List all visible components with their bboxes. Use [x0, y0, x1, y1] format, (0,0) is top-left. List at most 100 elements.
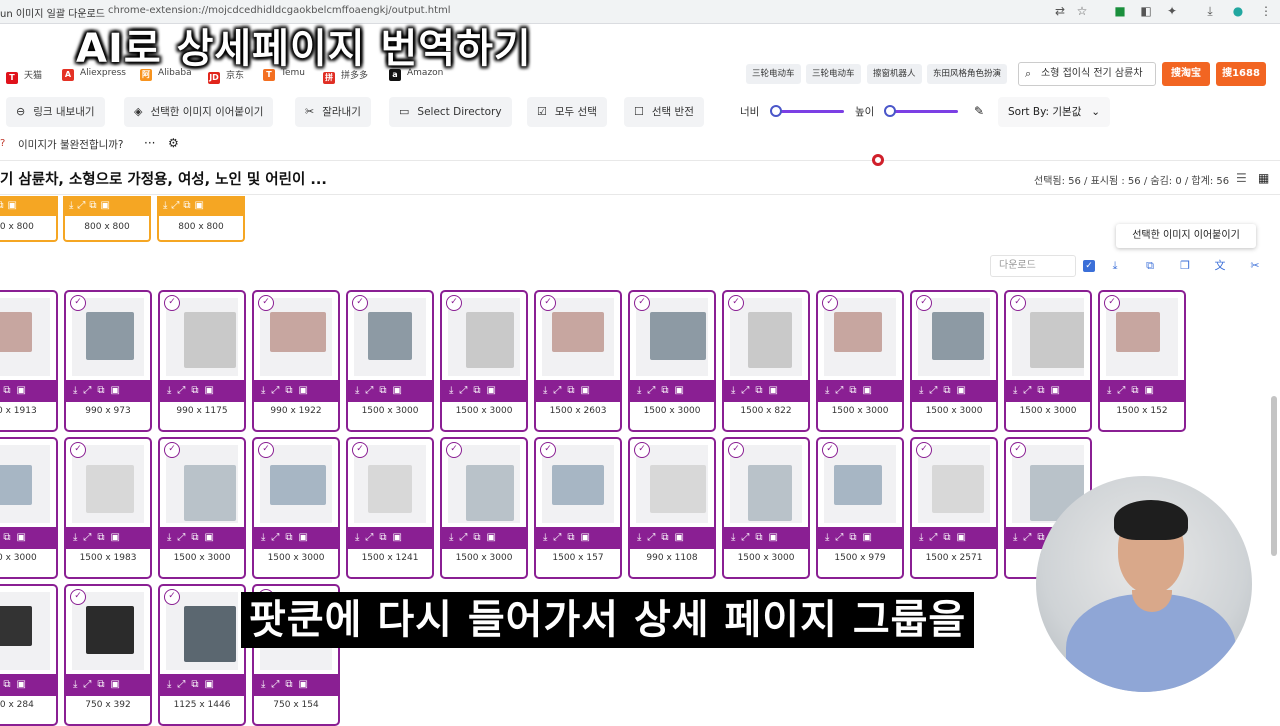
slider-handle[interactable]: [884, 105, 896, 117]
card-checkbox[interactable]: ✓: [1104, 295, 1120, 311]
image-card[interactable]: ✓ ⤓⤢⧉▣ 1500 x 3000: [158, 437, 246, 579]
image-card[interactable]: ✓ ⤓⤢⧉▣ 1500 x 3000: [440, 437, 528, 579]
search-1688-button[interactable]: 搜1688: [1216, 62, 1266, 86]
card-actions[interactable]: ⤓⤢⧉▣: [66, 380, 150, 402]
card-checkbox[interactable]: ✓: [70, 589, 86, 605]
image-card[interactable]: ✓ ⤓⤢⧉▣ 750 x 392: [64, 584, 152, 726]
card-actions[interactable]: ⤓⤢⧉▣: [912, 380, 996, 402]
image-card[interactable]: ✓ ⤓⤢⧉▣ 1500 x 3000: [816, 290, 904, 432]
menu-icon[interactable]: ⋮: [1258, 3, 1274, 19]
image-thumbnail[interactable]: [636, 298, 708, 376]
export-links-button[interactable]: ⊖ 링크 내보내기: [6, 97, 105, 127]
download-icon[interactable]: ⤓: [1107, 258, 1123, 274]
image-card[interactable]: ✓ ⤓⤢⧉▣ 1500 x 3000: [722, 437, 810, 579]
image-thumbnail[interactable]: [0, 445, 50, 523]
image-thumbnail[interactable]: [166, 298, 238, 376]
extension-icon[interactable]: ◧: [1138, 3, 1154, 19]
bookmark-item[interactable]: 拼拼多多: [323, 68, 368, 84]
card-actions[interactable]: ⤓⤢⧉▣: [0, 380, 56, 402]
sort-dropdown[interactable]: Sort By: 기본값 ⌄: [998, 97, 1110, 127]
image-card[interactable]: ✓ ⤓⤢⧉▣ 1500 x 3000: [252, 437, 340, 579]
gear-icon[interactable]: ⚙: [168, 136, 179, 150]
card-checkbox[interactable]: ✓: [634, 442, 650, 458]
image-thumbnail[interactable]: [1106, 298, 1178, 376]
search-input[interactable]: ⌕ 소형 접이식 전기 삼륜차: [1018, 62, 1156, 86]
translate-icon[interactable]: ⇄: [1052, 3, 1068, 19]
extension-icon[interactable]: ■: [1112, 3, 1128, 19]
select-all-checkbox[interactable]: ✓: [1083, 260, 1095, 272]
scissors-icon[interactable]: ✂: [1247, 258, 1263, 274]
card-actions[interactable]: ⤓⤢⧉▣: [254, 674, 338, 696]
card-actions[interactable]: ⤓⤢⧉▣: [442, 527, 526, 549]
bookmark-item[interactable]: 阿 Alibaba: [140, 68, 192, 81]
card-actions[interactable]: ⤓⤢⧉▣: [254, 527, 338, 549]
image-card[interactable]: ✓ ⤓⤢⧉▣ 1500 x 3000: [628, 290, 716, 432]
card-actions[interactable]: ⤓⤢⧉▣: [724, 380, 808, 402]
image-card[interactable]: ✓ ⤓⤢⧉▣ 1500 x 2571: [910, 437, 998, 579]
card-actions[interactable]: ⤓⤢⧉▣: [159, 196, 243, 216]
card-actions[interactable]: ⤓⤢⧉▣: [818, 380, 902, 402]
stitch-selected-button[interactable]: ◈ 선택한 이미지 이어붙이기: [124, 97, 274, 127]
card-checkbox[interactable]: ✓: [352, 295, 368, 311]
keyword-tag[interactable]: 三轮电动车: [806, 64, 861, 84]
width-slider[interactable]: [770, 105, 844, 117]
card-checkbox[interactable]: ✓: [728, 442, 744, 458]
image-thumbnail[interactable]: [166, 592, 238, 670]
card-checkbox[interactable]: ✓: [916, 442, 932, 458]
card-actions[interactable]: ⤓⤢⧉▣: [160, 674, 244, 696]
profile-icon[interactable]: ●: [1230, 3, 1246, 19]
invert-selection-button[interactable]: ☐ 선택 반전: [624, 97, 704, 127]
height-slider[interactable]: [884, 105, 958, 117]
image-thumbnail[interactable]: [260, 298, 332, 376]
incomplete-images-prompt[interactable]: 이미지가 불완전합니까?: [18, 137, 124, 152]
card-checkbox[interactable]: ✓: [258, 295, 274, 311]
list-view-icon[interactable]: ☰: [1236, 171, 1247, 185]
card-actions[interactable]: ⤓⤢⧉▣: [348, 380, 432, 402]
card-actions[interactable]: ⤓⤢⧉▣: [66, 674, 150, 696]
card-checkbox[interactable]: ✓: [1010, 295, 1026, 311]
card-actions[interactable]: ⤓⤢⧉▣: [160, 527, 244, 549]
image-thumbnail[interactable]: [0, 592, 50, 670]
bookmark-item[interactable]: a Amazon: [389, 68, 443, 81]
open-external-icon[interactable]: ⧉: [1142, 258, 1158, 274]
keyword-tag[interactable]: 东田风格角色扮演: [927, 64, 1008, 84]
card-checkbox[interactable]: ✓: [728, 295, 744, 311]
image-thumbnail[interactable]: [730, 298, 802, 376]
card-checkbox[interactable]: ✓: [352, 442, 368, 458]
image-thumbnail[interactable]: [448, 298, 520, 376]
image-thumbnail[interactable]: [542, 445, 614, 523]
image-card[interactable]: ⤓⤢⧉▣ 00 x 800: [0, 196, 58, 242]
search-taobao-button[interactable]: 搜淘宝: [1162, 62, 1210, 86]
card-actions[interactable]: ⤓⤢⧉▣: [0, 527, 56, 549]
image-card[interactable]: ✓ ⤓⤢⧉▣ 1500 x 2603: [534, 290, 622, 432]
card-actions[interactable]: ⤓⤢⧉▣: [160, 380, 244, 402]
keyword-tag[interactable]: 擦窗机器人: [867, 64, 922, 84]
image-card[interactable]: ✓⤓⤢⧉▣00 x 1913: [0, 290, 58, 432]
card-actions[interactable]: ⤓⤢⧉▣: [536, 380, 620, 402]
image-thumbnail[interactable]: [166, 445, 238, 523]
image-card[interactable]: ✓ ⤓⤢⧉▣ 1500 x 3000: [440, 290, 528, 432]
image-thumbnail[interactable]: [918, 445, 990, 523]
download-name-input[interactable]: 다운로드: [990, 255, 1076, 277]
more-button[interactable]: ···: [144, 136, 155, 150]
card-checkbox[interactable]: ✓: [916, 295, 932, 311]
card-checkbox[interactable]: ✓: [70, 295, 86, 311]
image-thumbnail[interactable]: [354, 298, 426, 376]
card-actions[interactable]: ⤓⤢⧉▣: [442, 380, 526, 402]
card-actions[interactable]: ⤓⤢⧉▣: [630, 527, 714, 549]
image-thumbnail[interactable]: [72, 298, 144, 376]
card-actions[interactable]: ⤓⤢⧉▣: [630, 380, 714, 402]
card-actions[interactable]: ⤓⤢⧉▣: [65, 196, 149, 216]
image-thumbnail[interactable]: [72, 592, 144, 670]
image-card[interactable]: ✓ ⤓⤢⧉▣ 990 x 1108: [628, 437, 716, 579]
image-thumbnail[interactable]: [918, 298, 990, 376]
card-actions[interactable]: ⤓⤢⧉▣: [348, 527, 432, 549]
puzzle-icon[interactable]: ✦: [1164, 3, 1180, 19]
image-thumbnail[interactable]: [260, 445, 332, 523]
image-card[interactable]: ⤓⤢⧉▣ 800 x 800: [63, 196, 151, 242]
card-checkbox[interactable]: ✓: [822, 295, 838, 311]
image-thumbnail[interactable]: [448, 445, 520, 523]
bookmark-item[interactable]: T Temu: [263, 68, 305, 81]
card-actions[interactable]: ⤓⤢⧉▣: [254, 380, 338, 402]
image-thumbnail[interactable]: [542, 298, 614, 376]
